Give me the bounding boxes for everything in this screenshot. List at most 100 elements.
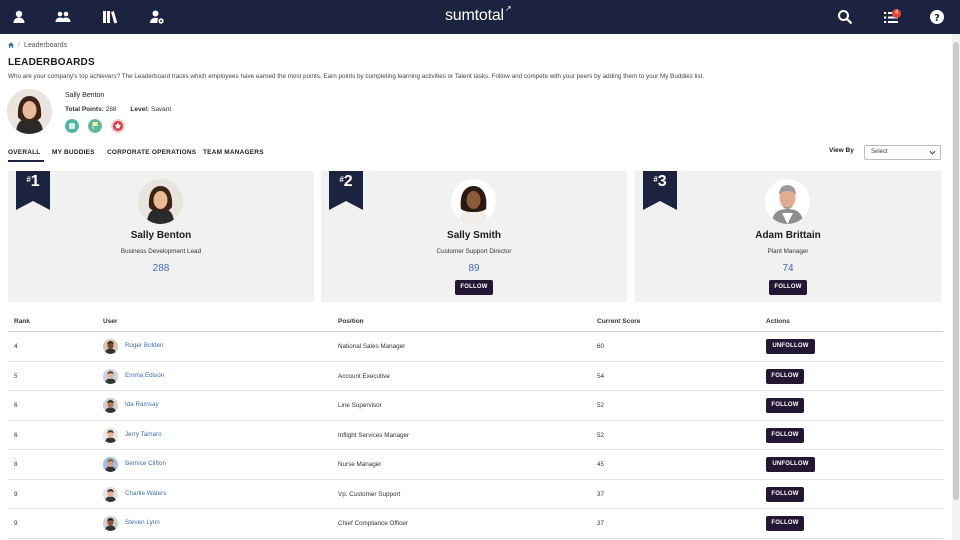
tab-my-buddies[interactable]: MY BUDDIES <box>52 149 95 156</box>
table-row: 9 Charlie Waters Vp. Customer Support 37 FOL… <box>8 480 943 509</box>
follow-button[interactable]: FOLLOW <box>766 398 804 413</box>
column-header-position[interactable]: Position <box>338 318 364 325</box>
user-avatar <box>103 398 118 413</box>
follow-button[interactable]: FOLLOW <box>766 486 804 502</box>
rank-number: #3 <box>653 173 667 190</box>
page-title: LEADERBOARDS <box>8 57 95 68</box>
view-by-select[interactable]: Select <box>864 145 941 160</box>
person-icon[interactable] <box>11 9 27 25</box>
unfollow-button[interactable]: UNFOLLOW <box>766 339 815 354</box>
tab-team-managers[interactable]: TEAM MANAGERS <box>203 149 264 156</box>
user-name[interactable]: Sally Smith <box>321 230 627 241</box>
breadcrumb: / Leaderboards <box>8 42 67 49</box>
user-name-link[interactable]: Ida Ramsay <box>125 401 159 408</box>
position-cell: Nurse Manager <box>338 461 382 468</box>
user-name-link[interactable]: Roger Bolden <box>125 342 164 349</box>
table-row: 4 Roger Bolden National Sales Manager 60 UNF… <box>8 332 943 362</box>
rank-cell: 4 <box>14 343 18 350</box>
rank-number: #1 <box>26 173 40 190</box>
breadcrumb-current: Leaderboards <box>23 42 68 49</box>
home-icon[interactable] <box>8 42 14 48</box>
user-score: 74 <box>782 263 794 274</box>
rank-cell: 6 <box>14 402 18 409</box>
user-name-link[interactable]: Steven Lynn <box>125 519 160 526</box>
brand-mark-icon: ↗ <box>504 4 512 13</box>
total-points-label: Total Points: <box>65 106 104 113</box>
rank-cell: 8 <box>14 461 18 468</box>
flag-badge-icon[interactable] <box>88 119 102 133</box>
user-settings-icon[interactable] <box>149 9 165 25</box>
user-name-link[interactable]: Emma Edison <box>125 372 164 379</box>
user-avatar <box>103 457 118 472</box>
user-job-title: Business Development Lead <box>120 248 202 255</box>
star-badge-icon[interactable] <box>111 119 125 133</box>
rank-number: #2 <box>339 173 353 190</box>
help-icon[interactable]: ? <box>929 9 945 25</box>
score-cell: 37 <box>597 520 605 527</box>
position-cell: Account Executive <box>338 372 390 380</box>
unfollow-button[interactable]: UNFOLLOW <box>766 457 815 472</box>
user-name-link[interactable]: Bernice Clifton <box>125 460 166 467</box>
follow-button[interactable]: FOLLOW <box>766 516 804 531</box>
user-name[interactable]: Adam Brittain <box>635 230 941 241</box>
user-avatar <box>103 516 118 531</box>
chevron-down-icon <box>929 150 936 155</box>
score-cell: 45 <box>597 461 605 468</box>
user-name[interactable]: Sally Benton <box>8 230 314 241</box>
user-job-title: Plant Manager <box>767 248 809 255</box>
brand-name: sumtotal <box>445 7 504 24</box>
brand-logo: sumtotal↗ <box>445 4 512 25</box>
rank-cell: 9 <box>14 520 18 527</box>
score-cell: 37 <box>597 490 605 498</box>
search-icon[interactable] <box>837 9 853 25</box>
user-avatar <box>103 427 118 443</box>
column-header-user[interactable]: User <box>103 318 117 325</box>
user-avatar <box>765 179 810 224</box>
table-row: 5 Emma Edison Account Executive 54 FOLLOW <box>8 362 943 391</box>
score-cell: 52 <box>597 431 605 439</box>
user-avatar <box>451 179 496 224</box>
user-name-link[interactable]: Jerry Tamaro <box>125 431 162 438</box>
follow-button[interactable]: FOLLOW <box>769 280 807 295</box>
follow-button[interactable]: FOLLOW <box>766 368 804 384</box>
svg-text:?: ? <box>934 13 940 24</box>
total-points-value: 288 <box>105 106 117 113</box>
rank-cell: 9 <box>14 490 18 498</box>
current-user-name: Sally Benton <box>65 92 105 99</box>
user-score: 288 <box>152 263 170 274</box>
active-tab-indicator <box>8 160 44 162</box>
page-scrollbar-thumb[interactable] <box>953 42 959 500</box>
table-row: 8 Bernice Clifton Nurse Manager 45 UNFOLLOW <box>8 450 943 480</box>
table-row: 6 Jerry Tamaro Inflight Services Manager 52… <box>8 421 943 450</box>
current-user-stats: Total Points: 288 Level: Savant <box>65 106 171 113</box>
position-cell: Vp. Customer Support <box>338 490 401 498</box>
user-name-link[interactable]: Charlie Waters <box>125 490 166 497</box>
level-value: Savant <box>150 106 172 113</box>
position-cell: Line Supervisor <box>338 402 382 409</box>
position-cell: Inflight Services Manager <box>338 431 410 439</box>
column-header-rank[interactable]: Rank <box>14 318 30 325</box>
score-cell: 52 <box>597 402 605 409</box>
position-cell: Chief Compliance Officer <box>338 520 408 527</box>
top-rank-card-2: #2 Sally Smith Customer Support Director… <box>321 171 627 302</box>
tab-overall[interactable]: OVERALL <box>8 149 40 156</box>
level-label: Level: <box>130 106 150 113</box>
group-icon[interactable] <box>55 9 71 25</box>
library-icon[interactable] <box>102 9 118 25</box>
table-row: 6 Ida Ramsay Line Supervisor 52 FOLLOW <box>8 391 943 421</box>
follow-button[interactable]: FOLLOW <box>766 427 804 443</box>
current-user-avatar <box>7 89 52 134</box>
top-rank-card-1: #1 Sally Benton Business Development Lea… <box>8 171 314 302</box>
user-avatar <box>103 486 118 502</box>
follow-button[interactable]: FOLLOW <box>455 280 493 295</box>
score-cell: 54 <box>597 372 605 380</box>
column-header-current-score[interactable]: Current Score <box>597 318 640 325</box>
tab-corporate-operations[interactable]: CORPORATE OPERATIONS <box>107 149 196 156</box>
score-cell: 60 <box>597 343 605 350</box>
table-row: 9 Steven Lynn Chief Compliance Officer 37 FO… <box>8 509 943 539</box>
top-navigation-bar: sumtotal↗ 4 ? <box>0 0 960 34</box>
user-avatar <box>138 179 183 224</box>
certificate-badge-icon[interactable] <box>65 119 79 133</box>
top-rank-card-3: #3 Adam Brittain Plant Manager 74 FOLLOW <box>635 171 941 302</box>
rank-cell: 6 <box>14 431 18 439</box>
